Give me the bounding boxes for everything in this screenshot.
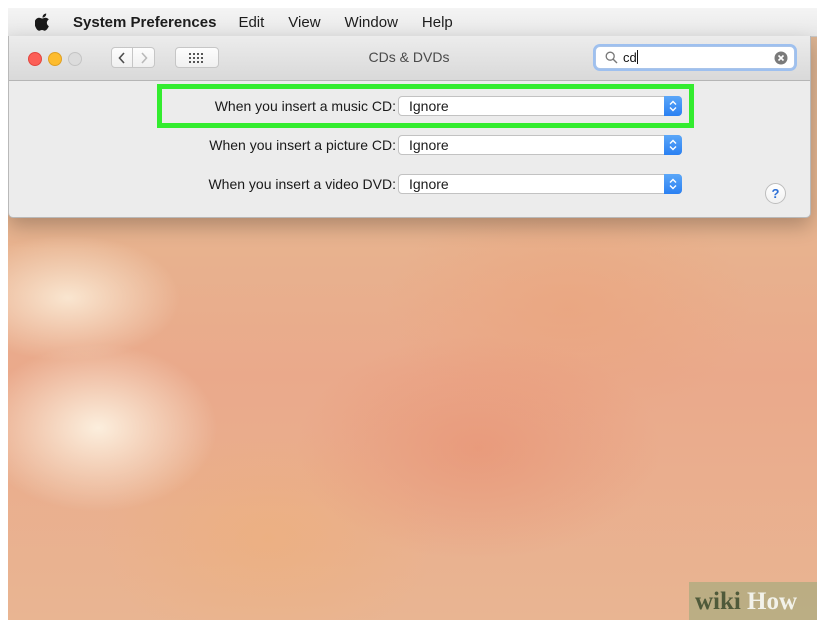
close-window-button[interactable] [28, 52, 42, 66]
svg-text:How: How [747, 588, 797, 615]
search-input[interactable]: cd [623, 50, 638, 65]
forward-icon [140, 51, 148, 64]
menu-edit[interactable]: Edit [238, 14, 264, 31]
help-icon: ? [771, 186, 780, 201]
search-icon [605, 51, 618, 64]
search-field[interactable]: cd [595, 46, 795, 69]
zoom-window-button[interactable] [68, 52, 82, 66]
stepper-icon [664, 174, 682, 194]
menu-bar: System Preferences Edit View Window Help [8, 8, 817, 37]
window-title: CDs & DVDs [368, 49, 450, 65]
picture-cd-select[interactable]: Ignore [398, 135, 682, 155]
picture-cd-value: Ignore [409, 137, 449, 153]
help-button[interactable]: ? [765, 183, 786, 204]
menu-help[interactable]: Help [422, 14, 453, 31]
back-icon [118, 51, 125, 64]
text-caret [636, 50, 638, 64]
minimize-window-button[interactable] [48, 52, 62, 66]
window-toolbar: CDs & DVDs cd [9, 36, 810, 81]
highlight-box [157, 84, 694, 128]
picture-cd-label: When you insert a picture CD: [209, 137, 396, 153]
menu-view[interactable]: View [288, 14, 320, 31]
clear-icon[interactable] [774, 51, 788, 65]
svg-text:wiki: wiki [695, 588, 741, 615]
forward-button[interactable] [133, 47, 155, 68]
show-all-button[interactable] [175, 47, 219, 68]
preferences-window: CDs & DVDs cd When you insert a music CD… [8, 36, 811, 218]
search-value: cd [623, 50, 637, 65]
video-dvd-select[interactable]: Ignore [398, 174, 682, 194]
menu-app-name[interactable]: System Preferences [73, 14, 216, 31]
back-button[interactable] [111, 47, 133, 68]
menu-window[interactable]: Window [345, 14, 398, 31]
apple-icon[interactable] [35, 13, 51, 31]
stepper-icon [664, 135, 682, 155]
wikihow-logo: wiki How [695, 588, 797, 615]
video-dvd-value: Ignore [409, 176, 449, 192]
grid-icon [189, 52, 203, 63]
screenshot-frame: System Preferences Edit View Window Help [8, 8, 817, 620]
wikihow-watermark: wiki How [689, 582, 817, 620]
video-dvd-label: When you insert a video DVD: [208, 176, 396, 192]
